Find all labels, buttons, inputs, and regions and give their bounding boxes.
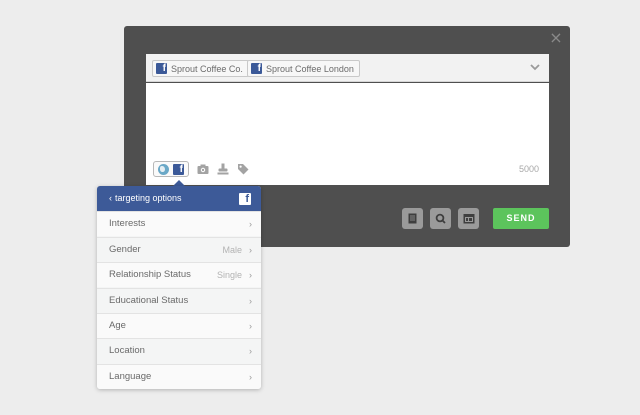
targeting-option-relationship-status[interactable]: Relationship Status Single › (97, 262, 261, 287)
targeting-back-button[interactable]: ‹ targeting options f (97, 186, 261, 211)
tag-icon[interactable] (237, 163, 249, 175)
chevron-right-icon: › (249, 346, 252, 356)
option-label: Language (109, 371, 152, 382)
chevron-right-icon: › (249, 372, 252, 382)
schedule-button[interactable] (458, 208, 479, 229)
profile-chip[interactable]: f Sprout Coffee London (247, 60, 360, 77)
targeting-option-interests[interactable]: Interests › (97, 211, 261, 236)
stamp-icon[interactable] (217, 163, 229, 175)
chevron-down-icon[interactable] (530, 62, 540, 72)
targeting-option-age[interactable]: Age › (97, 313, 261, 338)
facebook-icon: f (251, 63, 262, 74)
search-button[interactable] (430, 208, 451, 229)
facebook-icon: f (156, 63, 167, 74)
option-label: Relationship Status (109, 269, 191, 280)
camera-icon[interactable] (197, 163, 209, 175)
profile-chip-label: Sprout Coffee Co. (171, 63, 243, 74)
chevron-right-icon: › (249, 296, 252, 306)
back-chevron-icon: ‹ (109, 193, 112, 203)
chevron-right-icon: › (249, 245, 252, 255)
search-icon (435, 213, 446, 224)
calendar-icon (463, 214, 474, 224)
chevron-right-icon: › (249, 270, 252, 280)
targeting-option-educational-status[interactable]: Educational Status › (97, 288, 261, 313)
notepad-icon (408, 213, 417, 224)
send-button[interactable]: SEND (493, 208, 549, 229)
notes-button[interactable] (402, 208, 423, 229)
targeting-options-popover: ‹ targeting options f Interests › Gender … (97, 186, 261, 389)
targeting-option-location[interactable]: Location › (97, 338, 261, 363)
targeting-option-language[interactable]: Language › (97, 364, 261, 389)
profile-chip[interactable]: f Sprout Coffee Co. (152, 60, 249, 77)
targeting-toggle[interactable]: f (153, 161, 189, 177)
option-label: Educational Status (109, 295, 189, 306)
option-label: Age (109, 320, 126, 331)
option-label: Gender (109, 244, 141, 255)
profile-chip-label: Sprout Coffee London (266, 63, 354, 74)
facebook-icon: f (239, 193, 251, 205)
chevron-right-icon: › (249, 321, 252, 331)
globe-icon (158, 163, 169, 175)
option-value: Male (222, 245, 242, 255)
option-label: Location (109, 345, 145, 356)
profile-selector-bar[interactable]: f Sprout Coffee Co. f Sprout Coffee Lond… (146, 54, 549, 82)
option-label: Interests (109, 218, 146, 229)
chevron-right-icon: › (249, 219, 252, 229)
option-value: Single (216, 270, 242, 280)
targeting-option-gender[interactable]: Gender Male › (97, 237, 261, 262)
facebook-icon: f (173, 163, 184, 175)
close-icon[interactable]: × (549, 30, 563, 46)
popover-title: targeting options (115, 193, 182, 203)
character-counter: 5000 (518, 164, 539, 174)
